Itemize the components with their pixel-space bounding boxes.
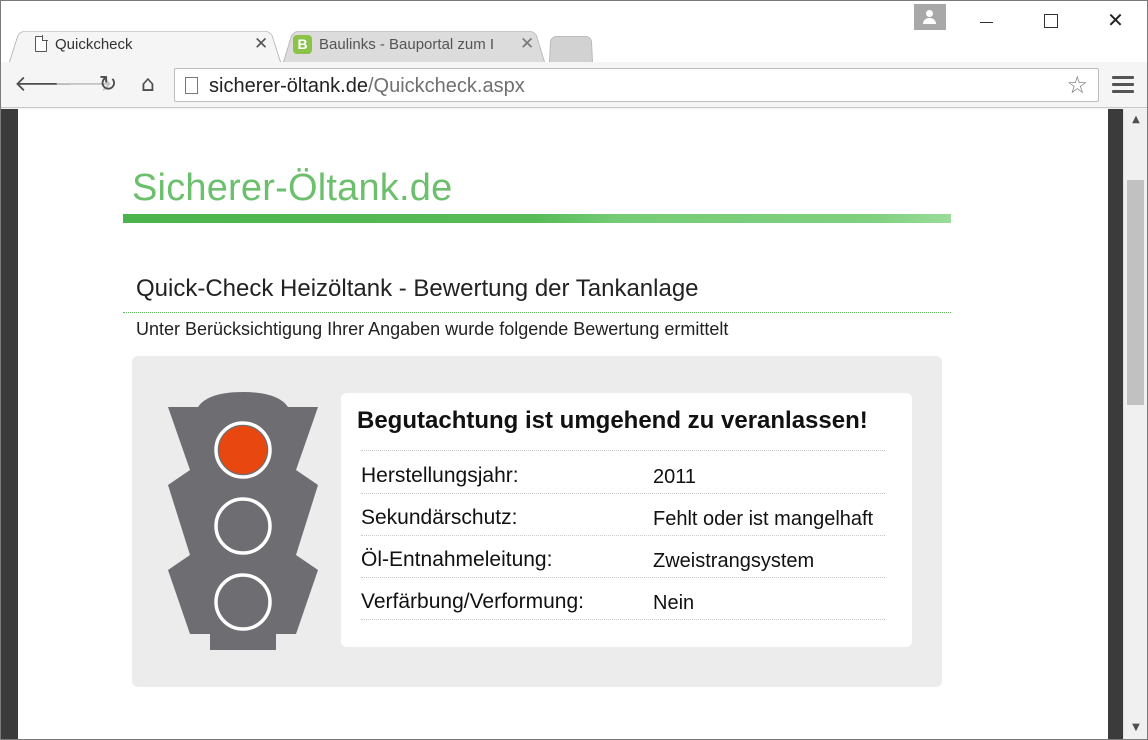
forward-arrow-icon[interactable]: 🡒 <box>54 72 113 98</box>
result-label: Sekundärschutz: <box>361 506 518 529</box>
result-value: Zweistrangsystem <box>653 550 815 572</box>
page-favicon-icon <box>35 35 48 52</box>
result-row-herstellungsjahr: Herstellungsjahr: 2011 <box>361 452 885 494</box>
tab-baulinks[interactable]: B Baulinks - Bauportal zum I ✕ <box>283 28 545 62</box>
page-subtitle: Unter Berücksichtigung Ihrer Angaben wur… <box>136 319 729 339</box>
site-logo[interactable]: Sicherer-Öltank.de <box>132 167 452 210</box>
scroll-up-icon[interactable]: ▲ <box>1124 111 1147 129</box>
browser-window: Quickcheck ✕ B Baulinks - Bauportal zum … <box>0 0 1148 740</box>
tab-title: Baulinks - Bauportal zum I <box>319 36 495 53</box>
result-value: Nein <box>653 592 695 614</box>
result-row-oel-entnahmeleitung: Öl-Entnahmeleitung: Zweistrangsystem <box>361 536 885 578</box>
verdict-divider <box>361 450 885 451</box>
tab-title: Quickcheck <box>55 36 133 53</box>
tab-close-icon[interactable]: ✕ <box>254 34 268 54</box>
page-info-icon[interactable] <box>185 77 198 94</box>
scroll-thumb[interactable] <box>1127 180 1144 405</box>
address-bar[interactable]: sicherer-öltank.de/Quickcheck.aspx ☆ <box>174 68 1099 102</box>
web-page: Sicherer-Öltank.de Quick-Check Heizöltan… <box>18 109 1108 739</box>
result-card: Begutachtung ist umgehend zu veranlassen… <box>341 393 912 647</box>
baulinks-favicon-icon: B <box>293 35 312 54</box>
heading-divider <box>123 312 951 313</box>
url-path: /Quickcheck.aspx <box>367 75 525 97</box>
reload-icon[interactable]: ↻ <box>95 72 121 98</box>
hamburger-menu-icon[interactable] <box>1112 76 1134 94</box>
star-icon[interactable]: ☆ <box>1066 71 1088 99</box>
verdict-text: Begutachtung ist umgehend zu veranlassen… <box>357 407 868 434</box>
logo-underline-bar <box>123 214 951 223</box>
maximize-button[interactable] <box>1027 5 1072 35</box>
url-text[interactable]: sicherer-öltank.de/Quickcheck.aspx <box>209 75 525 98</box>
viewport: Sicherer-Öltank.de Quick-Check Heizöltan… <box>1 109 1147 739</box>
tab-close-icon[interactable]: ✕ <box>520 34 534 54</box>
vertical-scrollbar[interactable]: ▲ ▼ <box>1123 109 1147 739</box>
page-title: Quick-Check Heizöltank - Bewertung der T… <box>136 275 699 302</box>
close-window-button[interactable]: ✕ <box>1093 5 1138 35</box>
result-row-sekundaerschutz: Sekundärschutz: Fehlt oder ist mangelhaf… <box>361 494 885 536</box>
traffic-light-icon <box>168 392 318 650</box>
browser-toolbar: 🡐 🡒 ↻ ⌂ sicherer-öltank.de/Quickcheck.as… <box>1 62 1147 108</box>
result-label: Herstellungsjahr: <box>361 464 519 487</box>
back-arrow-icon[interactable]: 🡐 <box>14 72 73 98</box>
result-row-verfaerbung: Verfärbung/Verformung: Nein <box>361 578 885 620</box>
tab-quickcheck[interactable]: Quickcheck ✕ <box>9 28 281 62</box>
tab-strip: Quickcheck ✕ B Baulinks - Bauportal zum … <box>1 1 1147 65</box>
new-tab-button[interactable] <box>549 34 593 62</box>
red-light <box>219 426 267 474</box>
minimize-button[interactable] <box>964 5 1009 35</box>
result-label: Öl-Entnahmeleitung: <box>361 548 553 571</box>
url-domain: sicherer-öltank.de <box>209 75 368 97</box>
result-label: Verfärbung/Verformung: <box>361 590 584 613</box>
result-panel: Begutachtung ist umgehend zu veranlassen… <box>132 356 942 687</box>
result-value: Fehlt oder ist mangelhaft <box>653 508 874 530</box>
result-value: 2011 <box>653 466 697 488</box>
home-icon[interactable]: ⌂ <box>135 72 161 98</box>
profile-icon[interactable] <box>914 4 946 30</box>
scroll-down-icon[interactable]: ▼ <box>1124 719 1147 737</box>
